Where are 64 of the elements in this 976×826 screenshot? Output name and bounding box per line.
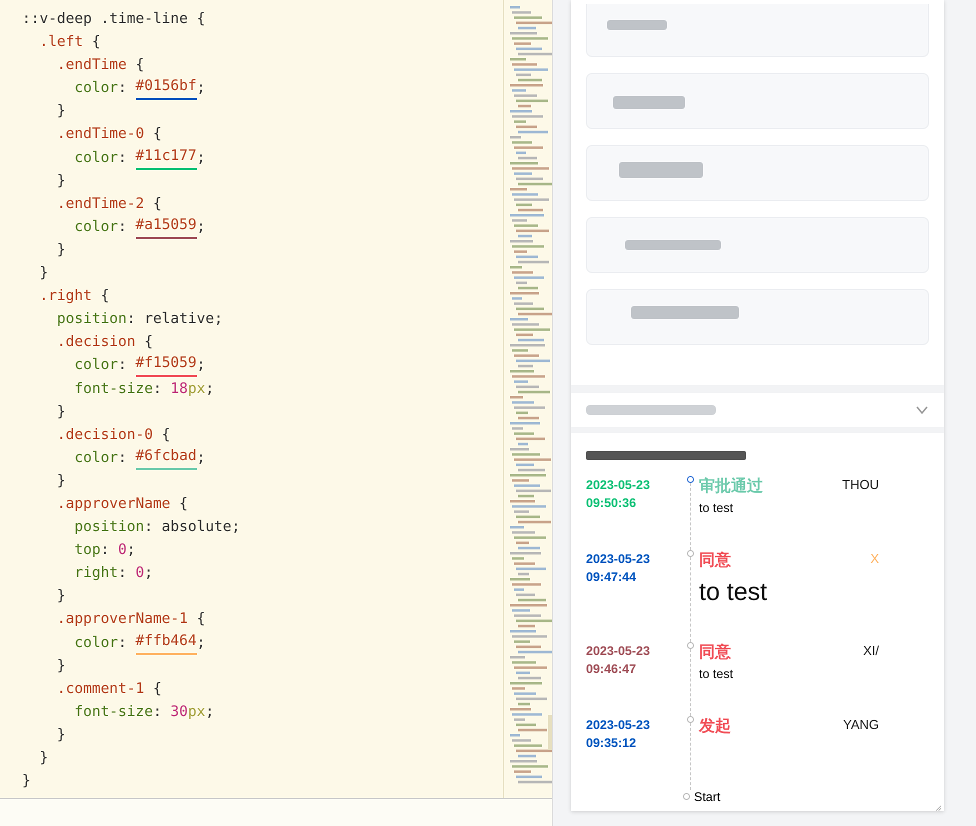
code-line: .endTime { [56,56,146,76]
code-line: color: #11c177; [22,146,503,170]
decision-label: 发起 [699,716,731,737]
comment-text: to test [699,500,734,517]
code-line: } [22,772,32,792]
code-line: .right { [38,287,110,306]
decision-label: 同意 [699,642,731,663]
timeline-dot [683,793,690,800]
decision-label: 同意 [699,550,731,571]
code-line: } [38,749,50,768]
color-value: #a15059 [136,216,197,239]
code-line: } [56,102,67,122]
code-line: ::v-deep .time-line { [22,10,206,29]
code-line: color: #f15059; [22,354,503,378]
code-line: } [56,726,67,745]
code-line: position: relative; [56,310,224,330]
chevron-icon[interactable] [916,406,928,414]
code-line: .left { [38,33,102,52]
code-line: .approverName { [56,494,189,514]
code-line: } [56,656,67,676]
redaction-smear [613,96,685,109]
code-line: top: 0; [73,541,137,560]
code-line: color: #a15059; [22,216,503,239]
approver-name: THOU [842,476,879,494]
entry-time: 09:35:12 [586,734,636,752]
code-line: color: #ffb464; [22,632,503,655]
code-line: .approverName-1 { [56,610,206,630]
code-line: font-size: 18px; [73,380,216,398]
code-line: } [56,240,67,260]
code-line: color: #6fcbad; [22,446,503,470]
code-line: .endTime-2 { [56,194,163,214]
color-value: #0156bf [136,77,197,100]
code-line: .comment-1 { [56,680,163,699]
entry-time: 09:50:36 [586,494,636,512]
code-line: right: 0; [73,564,154,584]
color-value: #6fcbad [136,446,197,470]
entry-date: 2023-05-23 [586,476,650,494]
entry-date: 2023-05-23 [586,550,650,568]
code-line: color: #0156bf; [22,77,503,100]
code-line: .decision { [56,333,154,352]
color-value: #f15059 [136,354,197,378]
start-label: Start [694,790,720,804]
code-line: .decision-0 { [56,426,172,445]
code-line: } [38,264,50,284]
redaction-smear [607,20,667,30]
code-line: } [56,587,67,606]
code-line: position: absolute; [73,518,242,538]
code-line: } [56,472,67,491]
entry-date: 2023-05-23 [586,716,650,734]
code-line: font-size: 30px; [73,702,216,722]
comment-text: to test [699,576,768,608]
code-line: } [56,172,67,191]
decision-label: 审批通过 [699,476,763,497]
approver-name: XI/ [863,642,879,660]
entry-time: 09:46:47 [586,660,636,678]
approver-name: YANG [843,716,879,734]
color-value: #ffb464 [136,632,197,655]
comment-text: to test [699,666,734,683]
approver-name: X [870,550,879,568]
entry-date: 2023-05-23 [586,642,650,660]
code-line: } [56,402,67,422]
entry-time: 09:47:44 [586,568,636,586]
code-line: .endTime-0 { [56,125,163,144]
color-value: #11c177 [136,146,197,170]
